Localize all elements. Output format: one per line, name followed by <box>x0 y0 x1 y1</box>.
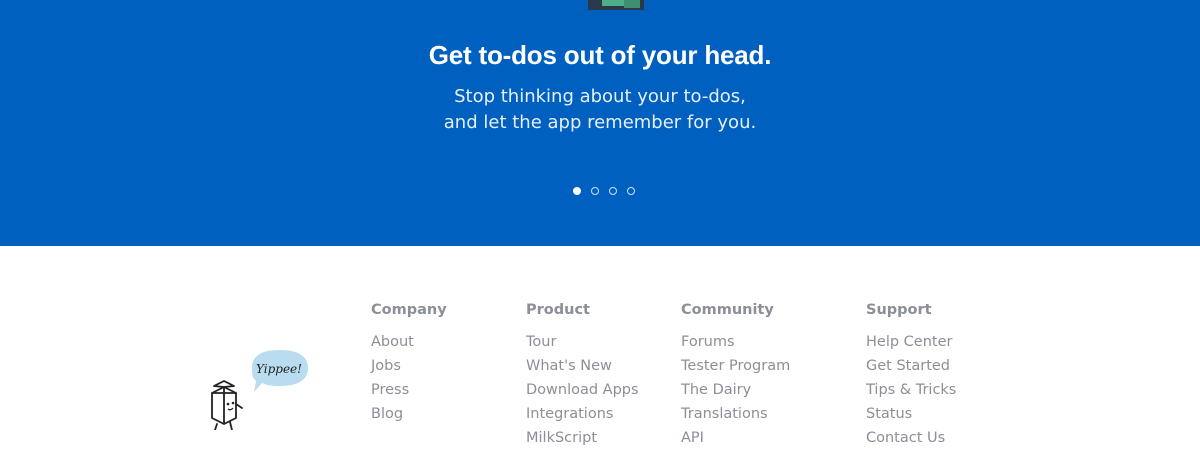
hero-banner: Get to-dos out of your head. Stop thinki… <box>0 0 1200 246</box>
footer-link-tour[interactable]: Tour <box>526 330 639 354</box>
carousel-dot-4[interactable] <box>627 187 635 195</box>
footer-column-support: Support Help Center Get Started Tips & T… <box>866 300 956 450</box>
carousel-dot-3[interactable] <box>609 187 617 195</box>
hero-subtitle: Stop thinking about your to-dos, and let… <box>0 84 1200 136</box>
footer-link-download-apps[interactable]: Download Apps <box>526 378 639 402</box>
carousel-pagination <box>573 187 635 195</box>
hero-subtitle-line-2: and let the app remember for you. <box>443 112 757 133</box>
footer-column-community: Community Forums Tester Program The Dair… <box>681 300 790 450</box>
footer-link-status[interactable]: Status <box>866 402 956 426</box>
footer-link-whats-new[interactable]: What's New <box>526 354 639 378</box>
footer-link-api[interactable]: API <box>681 426 790 450</box>
hero-illustration <box>588 0 644 10</box>
footer-link-the-dairy[interactable]: The Dairy <box>681 378 790 402</box>
hero-title: Get to-dos out of your head. <box>428 40 772 70</box>
footer-heading-support: Support <box>866 302 932 318</box>
footer-link-integrations[interactable]: Integrations <box>526 402 639 426</box>
footer-link-tips-tricks[interactable]: Tips & Tricks <box>866 378 956 402</box>
milk-carton-mascot-icon: Yippee! <box>211 350 308 430</box>
footer-link-milkscript[interactable]: MilkScript <box>526 426 639 450</box>
footer-heading-community: Community <box>681 302 774 318</box>
mascot-speech-text: Yippee! <box>256 362 302 376</box>
footer-link-forums[interactable]: Forums <box>681 330 790 354</box>
footer-link-contact-us[interactable]: Contact Us <box>866 426 956 450</box>
hero-subtitle-line-1: Stop thinking about your to-dos, <box>454 86 746 107</box>
footer-heading-product: Product <box>526 302 590 318</box>
footer-heading-company: Company <box>371 302 447 318</box>
footer-link-get-started[interactable]: Get Started <box>866 354 956 378</box>
site-footer: Yippee! Company About Jobs Press Blog Pr… <box>0 246 1200 450</box>
footer-link-jobs[interactable]: Jobs <box>371 354 447 378</box>
carousel-dot-2[interactable] <box>591 187 599 195</box>
footer-link-about[interactable]: About <box>371 330 447 354</box>
footer-column-product: Product Tour What's New Download Apps In… <box>526 300 639 450</box>
footer-link-tester-program[interactable]: Tester Program <box>681 354 790 378</box>
footer-link-help-center[interactable]: Help Center <box>866 330 956 354</box>
footer-link-press[interactable]: Press <box>371 378 447 402</box>
carousel-dot-1[interactable] <box>573 187 581 195</box>
footer-column-company: Company About Jobs Press Blog <box>371 300 447 426</box>
footer-link-translations[interactable]: Translations <box>681 402 790 426</box>
footer-link-blog[interactable]: Blog <box>371 402 447 426</box>
